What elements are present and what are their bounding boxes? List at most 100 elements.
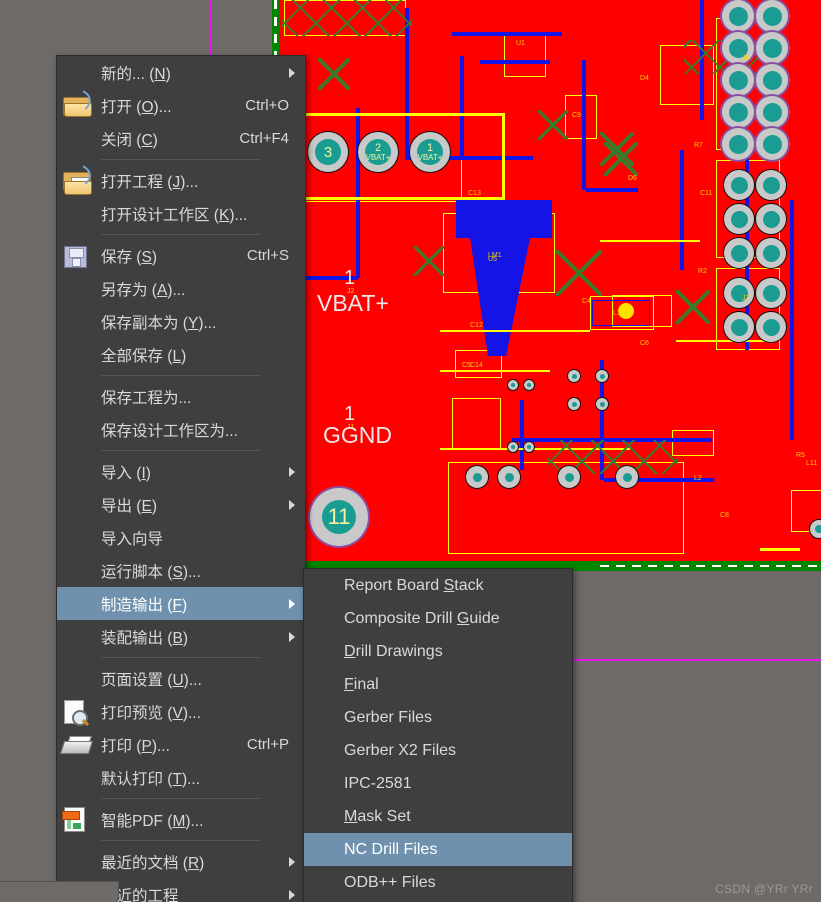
submenu-item-label: Mask Set [344,807,411,825]
menu-item-close[interactable]: 关闭 (C) Ctrl+F4 [57,122,305,155]
floppy-disk-icon [64,246,87,268]
submenu-item-odb-files[interactable]: ODB++ Files [304,866,572,899]
keepout-line-horizontal [574,659,821,661]
via[interactable] [568,370,580,382]
folder-icon [63,90,95,117]
pad-row[interactable] [756,128,788,160]
pad-row[interactable] [722,64,754,96]
pad-row[interactable] [756,204,786,234]
designator-c4: C4 [582,298,591,305]
via[interactable] [466,466,488,488]
menu-item-default-prints[interactable]: 默认打印 (T)... [57,761,305,794]
via[interactable] [616,466,638,488]
submenu-item-icon-slot [304,800,344,833]
chevron-right-icon [289,466,295,477]
submenu-item-mask-set[interactable]: Mask Set [304,800,572,833]
pad-row[interactable] [756,278,786,308]
chevron-right-icon [289,67,295,78]
via[interactable] [810,520,821,538]
via[interactable] [558,466,580,488]
menu-item-open[interactable]: 打开 (O)... Ctrl+O [57,89,305,122]
menu-item-import-wizard[interactable]: 导入向导 [57,521,305,554]
menu-item-save-copy-as[interactable]: 保存副本为 (Y)... [57,305,305,338]
menu-item-accelerator: Ctrl+S [246,247,289,264]
pad-row[interactable] [724,238,754,268]
menu-item-save-workspace-as[interactable]: 保存设计工作区为... [57,413,305,446]
menu-item-run-script[interactable]: 运行脚本 (S)... [57,554,305,587]
menu-item-icon-slot [57,845,101,878]
menu-item-save-all[interactable]: 全部保存 (L) [57,338,305,371]
menu-item-page-setup[interactable]: 页面设置 (U)... [57,662,305,695]
designator-l11: L11 [806,460,818,467]
pad-row[interactable] [722,96,754,128]
menu-item-smart-pdf[interactable]: 智能PDF (M)... [57,803,305,836]
via[interactable] [596,398,608,410]
menu-item-print-preview[interactable]: 打印预览 (V)... [57,695,305,728]
pad-row[interactable] [722,128,754,160]
pad-2[interactable]: 2 VBAT+ [358,132,398,172]
silk-label-vbat-number: 1 [344,267,356,289]
submenu-item-ipc-2581[interactable]: IPC-2581 [304,767,572,800]
menu-item-label: 默认打印 (T)... [101,770,201,788]
menu-item-icon-slot [57,89,101,122]
pad-row[interactable] [756,0,788,32]
menu-item-icon-slot [57,455,101,488]
pad-1[interactable]: 1 VBAT+ [410,132,450,172]
menu-item-new[interactable]: 新的... (N) [57,56,305,89]
submenu-item-nc-drill-files[interactable]: NC Drill Files [304,833,572,866]
pad-1-number: 1 [426,141,434,154]
pad-row[interactable] [724,312,754,342]
menu-item-export[interactable]: 导出 (E) [57,488,305,521]
pad-row[interactable] [756,64,788,96]
submenu-item-gerber-files[interactable]: Gerber Files [304,701,572,734]
pad-row[interactable] [756,312,786,342]
menu-item-fabrication-outputs[interactable]: 制造输出 (F) [57,587,305,620]
pad-row[interactable] [724,170,754,200]
menu-item-open-project[interactable]: 打开工程 (J)... [57,164,305,197]
printer-icon [59,736,94,754]
via[interactable] [508,442,518,452]
pad-row[interactable] [756,96,788,128]
menu-item-import[interactable]: 导入 (I) [57,455,305,488]
menu-item-print[interactable]: 打印 (P)... Ctrl+P [57,728,305,761]
silk-label-ggnd-number: 1 [344,403,356,425]
menu-item-recent-documents[interactable]: 最近的文档 (R) [57,845,305,878]
keepout-hatch-4 [556,250,602,296]
pad-row[interactable] [724,204,754,234]
menu-item-label: 导出 (E) [101,497,157,515]
document-tab-stub[interactable] [0,881,119,902]
menu-separator [101,450,261,451]
via[interactable] [498,466,520,488]
designator-r2: R2 [698,268,707,275]
pad-row[interactable] [722,0,754,32]
menu-item-icon-slot [57,521,101,554]
menu-item-icon-slot [57,413,101,446]
menu-item-save-as[interactable]: 另存为 (A)... [57,272,305,305]
menu-item-assembly-outputs[interactable]: 装配输出 (B) [57,620,305,653]
fabrication-outputs-submenu[interactable]: Report Board Stack Composite Drill Guide D… [303,568,573,902]
submenu-item-label: IPC-2581 [344,774,412,792]
pad-row[interactable] [756,238,786,268]
pad-3[interactable]: 3 [308,132,348,172]
pad-row[interactable] [756,170,786,200]
pad-11[interactable]: 11 [310,488,368,546]
designator-c14: C14 [470,362,483,369]
pad-row[interactable] [756,32,788,64]
submenu-item-gerber-x2-files[interactable]: Gerber X2 Files [304,734,572,767]
via[interactable] [524,442,534,452]
submenu-item-drill-drawings[interactable]: Drill Drawings [304,635,572,668]
pad-row[interactable] [724,278,754,308]
submenu-item-report-board-stack[interactable]: Report Board Stack [304,569,572,602]
submenu-item-final[interactable]: Final [304,668,572,701]
submenu-item-composite-drill-guide[interactable]: Composite Drill Guide [304,602,572,635]
menu-item-save[interactable]: 保存 (S) Ctrl+S [57,239,305,272]
via[interactable] [568,398,580,410]
via[interactable] [596,370,608,382]
menu-item-save-project-as[interactable]: 保存工程为... [57,380,305,413]
via[interactable] [508,380,518,390]
file-menu[interactable]: 新的... (N) 打开 (O)... Ctrl+O 关闭 (C) Ctrl+F4 打开工… [56,55,306,902]
designator-c8: C8 [720,512,729,519]
menu-item-open-workspace[interactable]: 打开设计工作区 (K)... [57,197,305,230]
menu-item-icon-slot [57,695,101,728]
via[interactable] [524,380,534,390]
